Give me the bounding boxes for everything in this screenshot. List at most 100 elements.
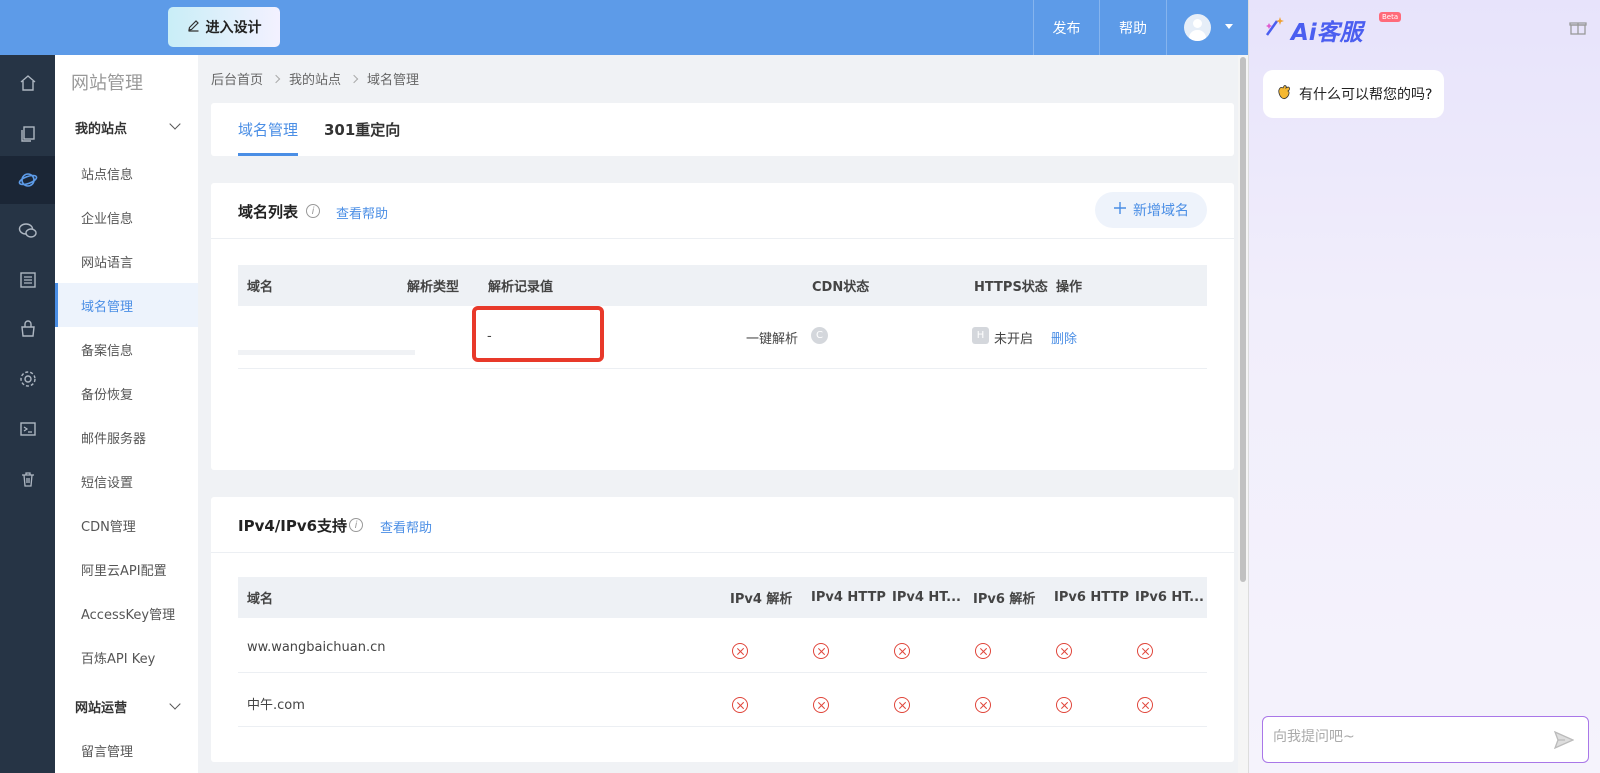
home-icon[interactable]: [0, 59, 55, 107]
breadcrumb-home[interactable]: 后台首页: [211, 69, 263, 88]
menu-item-company-info[interactable]: 企业信息: [55, 195, 198, 239]
greeting-bubble: 有什么可以帮您的吗?: [1263, 70, 1445, 118]
shop-icon[interactable]: [0, 305, 55, 353]
chevron-down-icon[interactable]: [169, 698, 181, 710]
column-header: 解析记录值: [488, 280, 554, 295]
card-title: 域名列表: [238, 203, 299, 221]
column-header: 解析类型: [407, 280, 460, 295]
gear-icon[interactable]: [0, 355, 55, 403]
menu-item-cdn[interactable]: CDN管理: [55, 503, 198, 547]
ai-question-input[interactable]: [1273, 729, 1533, 745]
close-circle-icon: [813, 643, 829, 659]
close-circle-icon: [975, 643, 991, 659]
tab-card: 域名管理 301重定向: [211, 103, 1234, 156]
scrollbar-thumb[interactable]: [1240, 57, 1246, 582]
close-circle-icon: [894, 697, 910, 713]
chevron-right-icon: [271, 74, 281, 83]
column-header: IPv6 解析: [973, 592, 1036, 607]
ip-support-card: IPv4/IPv6支持 i 查看帮助 域名 IPv4 解析 IPv4 HTTP …: [211, 497, 1234, 762]
table-header: 域名 解析类型 解析记录值 CDN状态 HTTPS状态 操作: [238, 265, 1207, 306]
menu-item-aliyun-api[interactable]: 阿里云API配置: [55, 547, 198, 591]
divider: [238, 368, 1207, 369]
delete-link[interactable]: 删除: [1051, 328, 1077, 347]
trash-icon[interactable]: [0, 455, 55, 503]
column-header: IPv4 HT...: [892, 590, 961, 605]
greeting-text: 有什么可以帮您的吗?: [1299, 87, 1433, 103]
menu-item-messages[interactable]: 留言管理: [55, 728, 198, 772]
menu-group-operation[interactable]: 网站运营: [75, 697, 127, 716]
menu-item-site-language[interactable]: 网站语言: [55, 239, 198, 283]
one-click-resolve-link[interactable]: 一键解析: [746, 328, 798, 347]
tab-301-redirect[interactable]: 301重定向: [324, 103, 400, 156]
close-circle-icon: [1056, 643, 1072, 659]
column-header: IPv4 HTTP: [811, 590, 886, 605]
chevron-down-icon[interactable]: [169, 118, 181, 130]
edit-icon: [187, 19, 200, 36]
ai-assistant-panel: Ai客服 Beta 有什么可以帮您的吗?: [1248, 0, 1600, 773]
close-circle-icon: [732, 643, 748, 659]
close-circle-icon: [894, 643, 910, 659]
breadcrumb-current: 域名管理: [367, 73, 420, 88]
card-title: IPv4/IPv6支持: [238, 517, 348, 535]
menu-group-my-site[interactable]: 我的站点: [75, 118, 127, 137]
domain-list-card: 域名列表 i 查看帮助 新增域名 域名 解析类型 解析记录值 CDN状态 HTT…: [211, 183, 1234, 470]
send-icon[interactable]: [1553, 730, 1575, 753]
ai-brand: Ai客服: [1291, 20, 1363, 46]
help-link[interactable]: 查看帮助: [380, 517, 432, 536]
breadcrumb: 后台首页 我的站点 域名管理: [211, 69, 419, 88]
menu-item-domain-management[interactable]: 域名管理: [55, 283, 198, 327]
menu-item-bailian-api-key[interactable]: 百炼API Key: [55, 635, 198, 679]
avatar[interactable]: [1184, 14, 1211, 41]
help-link[interactable]: 查看帮助: [336, 203, 388, 222]
menu-item-site-info[interactable]: 站点信息: [55, 151, 198, 195]
icon-sidebar: [0, 55, 55, 773]
publish-button[interactable]: 发布: [1033, 0, 1099, 55]
menu-item-icp-info[interactable]: 备案信息: [55, 327, 198, 371]
column-header: IPv6 HTTP: [1054, 590, 1129, 605]
info-icon[interactable]: i: [349, 518, 363, 532]
help-label: 帮助: [1119, 20, 1147, 37]
menu-item-sms-settings[interactable]: 短信设置: [55, 459, 198, 503]
https-status: 未开启: [994, 332, 1034, 347]
gift-icon[interactable]: [1569, 18, 1587, 40]
breadcrumb-my-site[interactable]: 我的站点: [289, 69, 341, 88]
column-header: IPv6 HT...: [1135, 590, 1204, 605]
domain-cell: ww.wangbaichuan.cn: [247, 640, 386, 655]
secondary-menu: 网站管理 我的站点 站点信息 企业信息 网站语言 域名管理 备案信息 备份恢复 …: [55, 55, 198, 773]
https-shield-icon: H: [972, 327, 989, 344]
column-header: IPv4 解析: [730, 592, 793, 607]
column-header: 操作: [1056, 280, 1083, 295]
terminal-icon[interactable]: [0, 405, 55, 453]
menu-item-accesskey[interactable]: AccessKey管理: [55, 591, 198, 635]
chevron-down-icon[interactable]: [1225, 24, 1233, 29]
top-bar: 进入设计 发布 帮助: [0, 0, 1248, 55]
chevron-right-icon: [349, 74, 359, 83]
wechat-icon[interactable]: [0, 207, 55, 255]
pages-icon[interactable]: [0, 110, 55, 158]
add-domain-label: 新增域名: [1133, 203, 1189, 219]
sparkle-icon: [1263, 15, 1287, 45]
menu-title: 网站管理: [71, 73, 143, 94]
close-circle-icon: [813, 697, 829, 713]
ai-question-input-box[interactable]: [1262, 716, 1589, 763]
card-header: IPv4/IPv6支持 i 查看帮助: [211, 497, 1234, 553]
divider: [238, 672, 1207, 673]
list-icon[interactable]: [0, 256, 55, 304]
info-icon[interactable]: i: [306, 204, 320, 218]
table-header: 域名 IPv4 解析 IPv4 HTTP IPv4 HT... IPv6 解析 …: [238, 577, 1207, 618]
divider: [238, 726, 1207, 727]
column-header: HTTPS状态: [974, 280, 1048, 295]
enter-design-label: 进入设计: [205, 20, 262, 36]
card-header: 域名列表 i 查看帮助 新增域名: [211, 183, 1234, 239]
scrollbar[interactable]: [1238, 55, 1248, 773]
enter-design-button[interactable]: 进入设计: [168, 7, 280, 47]
close-circle-icon: [975, 697, 991, 713]
menu-item-backup-restore[interactable]: 备份恢复: [55, 371, 198, 415]
website-icon[interactable]: [0, 156, 55, 204]
add-domain-button[interactable]: 新增域名: [1095, 192, 1207, 228]
wave-hand-icon: [1275, 83, 1293, 105]
menu-item-mail-server[interactable]: 邮件服务器: [55, 415, 198, 459]
help-button[interactable]: 帮助: [1099, 0, 1166, 55]
tab-domain-management[interactable]: 域名管理: [238, 103, 299, 156]
close-circle-icon: [1137, 697, 1153, 713]
